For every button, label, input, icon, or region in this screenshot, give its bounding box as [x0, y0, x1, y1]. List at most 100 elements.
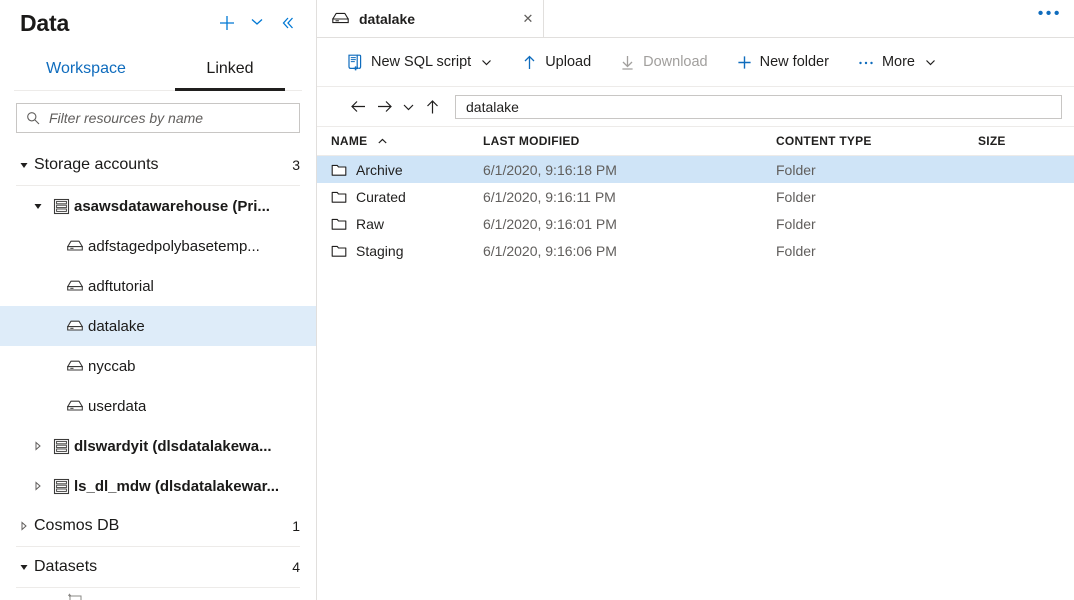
caret-down-icon[interactable] [28, 201, 48, 211]
collapse-panel-icon[interactable] [272, 14, 302, 32]
tab-workspace[interactable]: Workspace [14, 50, 158, 90]
path-input[interactable] [464, 97, 1053, 116]
blob-container-icon [62, 239, 88, 254]
chevron-down-icon[interactable] [924, 56, 937, 69]
caret-right-icon[interactable] [28, 441, 48, 451]
tree-node-container-adfstagedpolybasetemp[interactable]: adfstagedpolybasetemp... [0, 226, 316, 266]
table-row[interactable]: Staging 6/1/2020, 9:16:06 PM Folder [317, 237, 1074, 264]
tree-node-label: asawsdatawarehouse (Pri... [74, 197, 270, 215]
table-row[interactable]: Curated 6/1/2020, 9:16:11 PM Folder [317, 183, 1074, 210]
path-navigation-bar [317, 87, 1074, 127]
blob-container-icon [62, 359, 88, 374]
sort-ascending-icon [377, 136, 388, 147]
document-tab-label: datalake [359, 10, 416, 27]
tree-group-label: Cosmos DB [34, 517, 120, 534]
cell-name: Staging [331, 243, 483, 259]
upload-icon [521, 54, 538, 71]
storage-account-icon [48, 198, 74, 215]
close-icon[interactable]: ✕ [513, 11, 543, 27]
folder-icon [331, 244, 347, 258]
upload-button[interactable]: Upload [521, 46, 591, 78]
chevron-double-down-icon[interactable] [242, 14, 272, 32]
synapse-data-explorer: Data Workspace Linked Filter resources b… [0, 0, 1074, 600]
tree-group-count: 4 [292, 559, 300, 575]
tree-node-container-datalake[interactable]: datalake [0, 306, 316, 346]
cell-last-modified: 6/1/2020, 9:16:11 PM [483, 188, 616, 205]
blob-container-icon [62, 399, 88, 414]
tree-node-label: adftutorial [88, 277, 154, 295]
cell-name-text: Curated [356, 188, 406, 205]
file-list-table: NAME LAST MODIFIED CONTENT TYPE SIZE Arc… [317, 127, 1074, 264]
table-row[interactable]: Archive 6/1/2020, 9:16:18 PM Folder [317, 156, 1074, 183]
tree-node-container-userdata[interactable]: userdata [0, 386, 316, 426]
cell-last-modified: 6/1/2020, 9:16:18 PM [483, 161, 617, 178]
more-button[interactable]: More [857, 46, 937, 78]
cell-content-type: Folder [776, 188, 816, 205]
tree-group-storage-accounts[interactable]: Storage accounts 3 [0, 145, 316, 185]
ellipsis-icon [857, 54, 875, 71]
document-tab-datalake[interactable]: datalake ✕ [317, 0, 544, 37]
download-label: Download [643, 54, 708, 70]
cell-name-text: Staging [356, 242, 404, 259]
tree-group-cosmos-db[interactable]: Cosmos DB 1 [0, 506, 316, 546]
cell-content-type: Folder [776, 215, 816, 232]
path-input-box[interactable] [455, 94, 1062, 119]
cell-content-type: Folder [776, 161, 816, 178]
more-label: More [881, 54, 915, 70]
column-header-size-label: SIZE [978, 134, 1006, 148]
tree-node-container-adftutorial[interactable]: adftutorial [0, 266, 316, 306]
tree-node-dataset-partial[interactable] [0, 588, 316, 600]
tree-node-label: nyccab [88, 357, 136, 375]
chevron-down-icon[interactable] [397, 99, 419, 114]
tabstrip-more-icon[interactable]: ••• [1038, 6, 1062, 22]
tree-node-storage-account-dlswardyit[interactable]: dlswardyit (dlsdatalakewa... [0, 426, 316, 466]
caret-right-icon[interactable] [28, 481, 48, 491]
main-content: datalake ✕ ••• New SQL script Upload Dow… [317, 0, 1074, 600]
download-button: Download [619, 46, 708, 78]
add-icon[interactable] [212, 14, 242, 32]
arrow-up-icon[interactable] [419, 98, 445, 116]
blob-container-icon [62, 319, 88, 334]
tabstrip-spacer: ••• [544, 0, 1074, 37]
tree-node-label: userdata [88, 397, 147, 415]
cell-last-modified: 6/1/2020, 9:16:06 PM [483, 242, 617, 259]
arrow-left-icon[interactable] [345, 98, 371, 115]
cell-name: Raw [331, 216, 483, 232]
column-header-last-modified-label: LAST MODIFIED [483, 134, 580, 148]
cell-name: Curated [331, 189, 483, 205]
column-header-size[interactable]: SIZE [978, 134, 1064, 148]
cell-name: Archive [331, 162, 483, 178]
folder-icon [331, 190, 347, 204]
folder-icon [331, 163, 347, 177]
column-header-name[interactable]: NAME [331, 134, 483, 148]
tree-node-label: datalake [88, 317, 145, 335]
tree-group-count: 1 [292, 518, 300, 534]
sidebar-tabs: Workspace Linked [14, 50, 302, 91]
command-toolbar: New SQL script Upload Download New folde… [317, 38, 1074, 87]
table-row[interactable]: Raw 6/1/2020, 9:16:01 PM Folder [317, 210, 1074, 237]
dataset-icon [62, 591, 88, 600]
chevron-down-icon[interactable] [480, 56, 493, 69]
document-tabstrip: datalake ✕ ••• [317, 0, 1074, 38]
tree-node-label: adfstagedpolybasetemp... [88, 237, 260, 255]
tree-group-datasets[interactable]: Datasets 4 [0, 547, 316, 587]
tree-node-container-nyccab[interactable]: nyccab [0, 346, 316, 386]
tree-group-count: 3 [292, 157, 300, 173]
tree-node-storage-account-ls-dl-mdw[interactable]: ls_dl_mdw (dlsdatalakewar... [0, 466, 316, 506]
filter-resources-box[interactable] [16, 103, 300, 133]
tree-node-storage-account[interactable]: asawsdatawarehouse (Pri... [0, 186, 316, 226]
tab-workspace-label: Workspace [46, 60, 126, 77]
filter-resources-input[interactable] [47, 109, 299, 127]
column-header-content-type-label: CONTENT TYPE [776, 134, 872, 148]
new-sql-script-button[interactable]: New SQL script [345, 46, 493, 78]
column-header-content-type[interactable]: CONTENT TYPE [776, 134, 978, 148]
sidebar-header: Data [0, 0, 316, 46]
cell-content-type: Folder [776, 242, 816, 259]
column-header-last-modified[interactable]: LAST MODIFIED [483, 134, 776, 148]
new-folder-button[interactable]: New folder [736, 46, 829, 78]
arrow-right-icon[interactable] [371, 98, 397, 115]
tab-linked[interactable]: Linked [158, 50, 302, 91]
new-sql-script-label: New SQL script [371, 54, 472, 70]
tree-node-label: dlswardyit (dlsdatalakewa... [74, 437, 272, 455]
new-sql-script-icon [345, 53, 364, 72]
